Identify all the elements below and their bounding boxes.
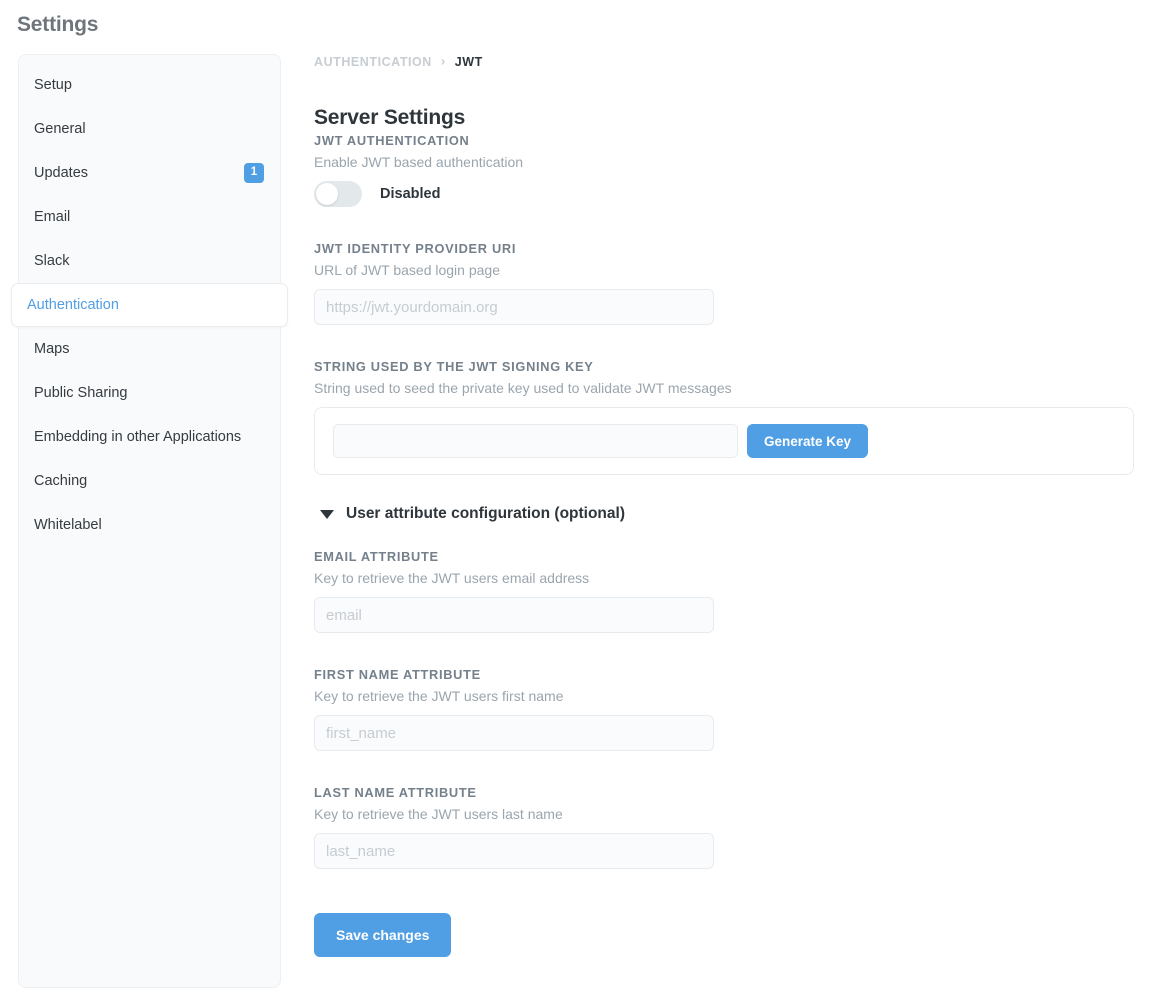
field-label: LAST NAME ATTRIBUTE [314, 785, 477, 800]
field-signing-key: STRING USED BY THE JWT SIGNING KEY Strin… [314, 359, 1144, 475]
field-jwt-authentication: JWT AUTHENTICATION Enable JWT based auth… [314, 133, 1144, 207]
idp-uri-input[interactable] [314, 289, 714, 325]
toggle-state-label: Disabled [380, 186, 441, 202]
updates-badge: 1 [244, 162, 264, 184]
sidebar-item-label: Whitelabel [34, 517, 102, 533]
sidebar-item-setup[interactable]: Setup [19, 63, 280, 107]
field-description: URL of JWT based login page [314, 262, 500, 278]
chevron-right-icon: › [440, 53, 446, 69]
field-email-attribute: EMAIL ATTRIBUTE Key to retrieve the JWT … [314, 549, 1144, 633]
save-changes-button[interactable]: Save changes [314, 913, 452, 957]
field-label: FIRST NAME ATTRIBUTE [314, 667, 481, 682]
triangle-down-icon [320, 509, 334, 519]
sidebar-item-label: Setup [34, 77, 72, 93]
jwt-auth-toggle-row: Disabled [314, 181, 1144, 207]
field-description: Key to retrieve the JWT users first name [314, 688, 564, 704]
settings-sidebar: Setup General Updates 1 Email Slack Auth… [11, 54, 288, 988]
field-label: JWT IDENTITY PROVIDER URI [314, 241, 517, 256]
sidebar-item-label: Updates [34, 165, 89, 181]
sidebar-item-general[interactable]: General [19, 107, 280, 151]
sidebar-item-caching[interactable]: Caching [19, 459, 280, 503]
field-label: JWT AUTHENTICATION [314, 133, 470, 148]
field-label: EMAIL ATTRIBUTE [314, 549, 439, 564]
sidebar-item-slack[interactable]: Slack [19, 239, 280, 283]
main-content: AUTHENTICATION › JWT Server Settings JWT… [314, 0, 1144, 993]
page-heading: Server Settings [314, 106, 466, 130]
toggle-knob [316, 183, 338, 205]
breadcrumb-current-jwt: JWT [454, 54, 483, 69]
generate-key-button[interactable]: Generate Key [747, 424, 869, 458]
field-description: Key to retrieve the JWT users email addr… [314, 570, 590, 586]
sidebar-item-updates[interactable]: Updates 1 [19, 151, 280, 195]
breadcrumb: AUTHENTICATION › JWT [314, 54, 483, 69]
sidebar-item-embedding[interactable]: Embedding in other Applications [19, 415, 280, 459]
field-description: Key to retrieve the JWT users last name [314, 806, 563, 822]
field-first-name-attribute: FIRST NAME ATTRIBUTE Key to retrieve the… [314, 667, 1144, 751]
sidebar-item-label: Maps [34, 341, 70, 357]
field-description: Enable JWT based authentication [314, 154, 524, 170]
field-last-name-attribute: LAST NAME ATTRIBUTE Key to retrieve the … [314, 785, 1144, 869]
sidebar-item-email[interactable]: Email [19, 195, 280, 239]
signing-key-input[interactable] [333, 424, 738, 458]
sidebar-item-label: Public Sharing [34, 385, 128, 401]
field-idp-uri: JWT IDENTITY PROVIDER URI URL of JWT bas… [314, 241, 1144, 325]
sidebar-item-maps[interactable]: Maps [19, 327, 280, 371]
field-description: String used to seed the private key used… [314, 380, 732, 396]
sidebar-item-label: Embedding in other Applications [34, 429, 242, 445]
field-label: STRING USED BY THE JWT SIGNING KEY [314, 359, 594, 374]
signing-key-group: Generate Key [314, 407, 1134, 475]
sidebar-item-whitelabel[interactable]: Whitelabel [19, 503, 280, 547]
user-attribute-config-toggle[interactable]: User attribute configuration (optional) [320, 505, 1144, 523]
sidebar-item-label: Slack [34, 253, 70, 269]
sidebar-item-public-sharing[interactable]: Public Sharing [19, 371, 280, 415]
jwt-settings-form: JWT AUTHENTICATION Enable JWT based auth… [314, 133, 1144, 957]
sidebar-item-label: Authentication [27, 297, 119, 313]
page-title: Settings [17, 13, 99, 36]
first-name-attribute-input[interactable] [314, 715, 714, 751]
jwt-auth-toggle[interactable] [314, 181, 362, 207]
email-attribute-input[interactable] [314, 597, 714, 633]
sidebar-item-authentication[interactable]: Authentication [11, 283, 288, 327]
sidebar-item-label: General [34, 121, 86, 137]
user-attribute-config-title: User attribute configuration (optional) [346, 505, 625, 522]
last-name-attribute-input[interactable] [314, 833, 714, 869]
breadcrumb-authentication[interactable]: AUTHENTICATION [314, 55, 432, 69]
sidebar-item-label: Email [34, 209, 71, 225]
sidebar-item-label: Caching [34, 473, 88, 489]
